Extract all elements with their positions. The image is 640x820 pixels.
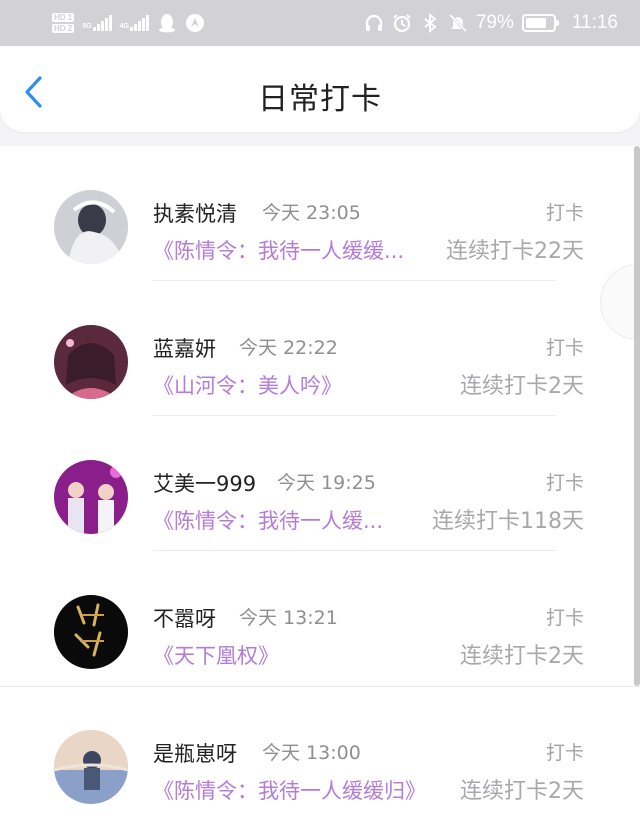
streak-count: 连续打卡118天: [432, 509, 584, 534]
hd-badge-2: HD 2: [52, 24, 75, 33]
signal-4g-label: 4G: [119, 23, 129, 30]
streak-count: 连续打卡2天: [460, 779, 584, 804]
check-in-time: 今天 23:05: [262, 202, 361, 224]
mute-bell-icon: [448, 13, 468, 33]
battery-percent: 79%: [475, 12, 514, 33]
battery-icon: [521, 14, 559, 32]
status-bar: HD 1 HD 2 5G 4G 79% 11:16: [0, 0, 640, 46]
status-right: 79% 11:16: [364, 12, 618, 34]
list-item[interactable]: 执素悦清 今天 23:05 打卡 《陈情令：我待一人缓缓... 连续打卡22天: [0, 146, 640, 281]
status-left: HD 1 HD 2 5G 4G: [52, 13, 205, 33]
avatar[interactable]: [54, 730, 128, 804]
signal-bars-icon: [92, 15, 112, 31]
signal-5g: 5G: [82, 15, 112, 31]
check-in-time: 今天 19:25: [277, 472, 376, 494]
hd-badges: HD 1 HD 2: [52, 13, 75, 33]
user-name[interactable]: 艾美一999: [153, 468, 256, 498]
avatar[interactable]: [54, 325, 128, 399]
list-item[interactable]: 艾美一999 今天 19:25 打卡 《陈情令：我待一人缓... 连续打卡118…: [0, 416, 640, 551]
check-in-list[interactable]: 执素悦清 今天 23:05 打卡 《陈情令：我待一人缓缓... 连续打卡22天 …: [0, 146, 640, 820]
signal-bars-icon: [129, 15, 149, 31]
avatar[interactable]: [54, 595, 128, 669]
user-name[interactable]: 执素悦清: [153, 198, 237, 228]
navigation-icon: [185, 13, 205, 33]
check-in-label[interactable]: 打卡: [546, 603, 584, 630]
check-in-time: 今天 22:22: [239, 337, 338, 359]
header: 日常打卡: [0, 46, 640, 132]
clock: 11:16: [571, 12, 618, 33]
user-name[interactable]: 是瓶崽呀: [153, 738, 237, 768]
signal-5g-label: 5G: [82, 23, 92, 30]
streak-count: 连续打卡2天: [460, 374, 584, 399]
user-name[interactable]: 蓝嘉妍: [153, 333, 216, 363]
book-title[interactable]: 《陈情令：我待一人缓缓...: [153, 235, 404, 265]
headphones-icon: [364, 13, 384, 33]
page-title: 日常打卡: [258, 82, 382, 117]
check-in-label[interactable]: 打卡: [546, 738, 584, 765]
battery-fill: [525, 18, 547, 28]
alarm-icon: [392, 13, 412, 33]
book-title[interactable]: 《陈情令：我待一人缓...: [153, 505, 383, 535]
qq-penguin-icon: [157, 13, 177, 33]
signal-4g: 4G: [120, 15, 149, 31]
avatar[interactable]: [54, 190, 128, 264]
list-item[interactable]: 不嚣呀 今天 13:21 打卡 《天下凰权》 连续打卡2天: [0, 551, 640, 686]
list-item[interactable]: 是瓶崽呀 今天 13:00 打卡 《陈情令：我待一人缓缓归》 连续打卡2天: [0, 686, 640, 820]
avatar[interactable]: [54, 460, 128, 534]
list-item[interactable]: 蓝嘉妍 今天 22:22 打卡 《山河令：美人吟》 连续打卡2天: [0, 281, 640, 416]
scrollbar[interactable]: [634, 146, 640, 686]
book-title[interactable]: 《山河令：美人吟》: [153, 370, 342, 400]
bluetooth-icon: [420, 13, 440, 33]
streak-count: 连续打卡22天: [446, 239, 584, 264]
check-in-label[interactable]: 打卡: [546, 198, 584, 225]
book-title[interactable]: 《陈情令：我待一人缓缓归》: [153, 775, 426, 805]
streak-count: 连续打卡2天: [460, 644, 584, 669]
hd-badge-1: HD 1: [52, 13, 75, 22]
check-in-time: 今天 13:21: [239, 607, 338, 629]
user-name[interactable]: 不嚣呀: [153, 603, 216, 633]
check-in-time: 今天 13:00: [262, 742, 361, 764]
check-in-label[interactable]: 打卡: [546, 468, 584, 495]
check-in-label[interactable]: 打卡: [546, 333, 584, 360]
book-title[interactable]: 《天下凰权》: [153, 640, 279, 670]
